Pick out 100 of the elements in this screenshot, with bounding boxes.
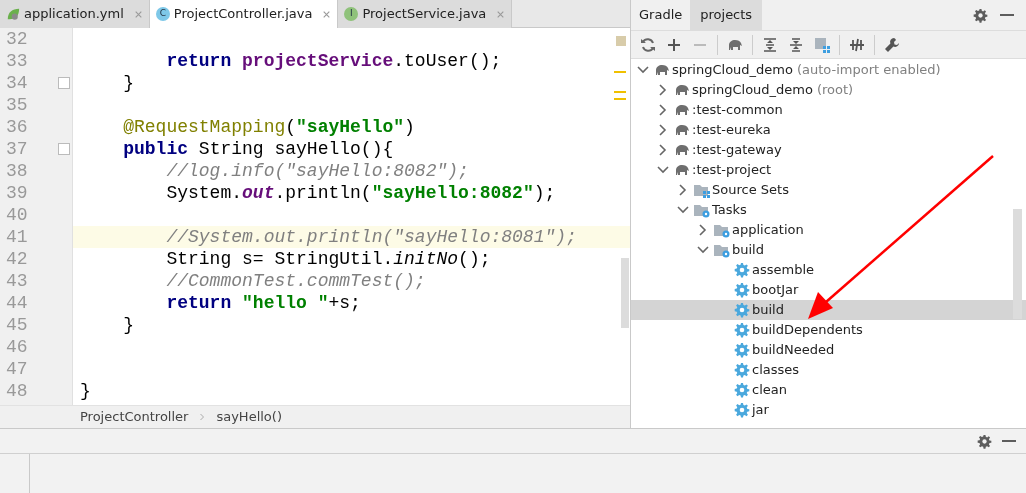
- line-number: 38: [5, 159, 29, 183]
- warning-mark: [614, 71, 626, 73]
- folder-icon: [693, 202, 711, 218]
- code-line: String s= StringUtil.initNo();: [165, 248, 491, 271]
- interface-badge: I: [344, 7, 359, 21]
- tree-item-label[interactable]: buildDependents: [752, 321, 863, 339]
- line-number: 47: [5, 357, 29, 381]
- tree-item-label[interactable]: springCloud_demo: [672, 61, 793, 79]
- gear-icon: [733, 402, 751, 418]
- minimize-icon: [1002, 440, 1016, 442]
- panel-title: Gradle: [638, 6, 684, 25]
- code-line: System.out.println("sayHello:8082");: [165, 182, 556, 205]
- elephant-icon: [673, 122, 691, 138]
- wrench-icon: [884, 36, 900, 53]
- line-number: 33: [5, 49, 29, 73]
- line-number: 32: [5, 28, 29, 51]
- tree-item-label[interactable]: build: [752, 301, 784, 319]
- tree-item-label[interactable]: jar: [752, 401, 769, 419]
- gear-icon: [733, 382, 751, 398]
- marker-stripe-mark: [616, 36, 626, 46]
- file-tab[interactable]: application.yml: [0, 0, 150, 28]
- chevron-right-icon: [198, 413, 207, 421]
- line-number: 40: [5, 203, 29, 227]
- tree-item-note: (root): [817, 81, 854, 99]
- code-line: }: [122, 72, 134, 95]
- tree-item-label[interactable]: Source Sets: [712, 181, 789, 199]
- warning-mark: [614, 98, 626, 100]
- tree-item-label[interactable]: springCloud_demo: [692, 81, 813, 99]
- line-number: 35: [5, 93, 29, 117]
- line-number: 45: [5, 313, 29, 337]
- gear-icon: [733, 262, 751, 278]
- line-number: 46: [5, 335, 29, 359]
- fold-marker[interactable]: [58, 77, 70, 89]
- code-line: //System.out.println("sayHello:8081");: [165, 226, 577, 249]
- close-icon: [322, 9, 332, 19]
- code-line: }: [79, 380, 91, 403]
- tree-item-label[interactable]: application: [732, 221, 804, 239]
- code-line: }: [122, 314, 134, 337]
- line-number: 37: [5, 137, 29, 161]
- line-number: 36: [5, 115, 29, 139]
- line-number: 44: [5, 291, 29, 315]
- refresh-icon: [640, 36, 656, 53]
- line-number: 39: [5, 181, 29, 205]
- tree-item-label[interactable]: bootJar: [752, 281, 799, 299]
- settings-icon: [977, 433, 992, 449]
- breadcrumb-item[interactable]: ProjectController: [80, 407, 189, 427]
- line-number: 41: [5, 225, 29, 249]
- tree-item-label[interactable]: assemble: [752, 261, 815, 279]
- folder-icon: [693, 182, 711, 198]
- close-icon: [133, 9, 143, 19]
- close-icon: [496, 9, 506, 19]
- line-number: 42: [5, 247, 29, 271]
- scrollbar-thumb[interactable]: [621, 258, 629, 328]
- folder-icon: [713, 242, 731, 258]
- panel-tab[interactable]: projects: [690, 0, 763, 31]
- plus-icon: [666, 36, 682, 53]
- tree-item-label[interactable]: clean: [752, 381, 787, 399]
- scrollbar-thumb[interactable]: [1013, 209, 1022, 319]
- code-line: return "hello "+s;: [165, 292, 361, 315]
- selected-row-highlight[interactable]: build: [631, 300, 1026, 320]
- tree-item-note: (auto-import enabled): [797, 61, 941, 79]
- elephant-icon: [673, 142, 691, 158]
- collapse-all-icon: [788, 36, 804, 53]
- tree-item-label[interactable]: buildNeeded: [752, 341, 835, 359]
- expand-all-icon: [762, 36, 778, 53]
- tree-item-label[interactable]: :test-project: [692, 161, 772, 179]
- gear-icon: [733, 342, 751, 358]
- elephant-icon: [673, 162, 691, 178]
- gear-icon: [733, 302, 751, 318]
- minimize-icon: [1000, 14, 1014, 16]
- tree-item-label[interactable]: :test-gateway: [692, 141, 782, 159]
- grid-square-icon: [814, 36, 830, 53]
- fold-marker[interactable]: [58, 143, 70, 155]
- breadcrumb-item[interactable]: sayHello(): [216, 407, 282, 427]
- gear-icon: [733, 322, 751, 338]
- gear-icon: [733, 362, 751, 378]
- line-number: 34: [5, 71, 29, 95]
- settings-icon: [973, 7, 988, 23]
- leaf-icon: [6, 7, 20, 21]
- warning-mark: [614, 91, 626, 93]
- file-tab[interactable]: I ProjectService.java: [338, 0, 513, 28]
- code-line: public String sayHello(){: [122, 138, 394, 161]
- tree-item-label[interactable]: :test-eureka: [692, 121, 771, 139]
- gear-icon: [733, 282, 751, 298]
- code-line: return projectService.toUser();: [165, 50, 502, 73]
- code-line: //CommonTest.commTest();: [165, 270, 426, 293]
- tree-item-label[interactable]: classes: [752, 361, 800, 379]
- code-line: @RequestMapping("sayHello"): [122, 116, 415, 139]
- tree-item-label[interactable]: build: [732, 241, 764, 259]
- elephant-icon: [673, 102, 691, 118]
- elephant-icon: [653, 62, 671, 78]
- code-line: //log.info("sayHello:8082");: [165, 160, 469, 183]
- tree-item-label[interactable]: :test-common: [692, 101, 783, 119]
- tree-item-label[interactable]: Tasks: [712, 201, 747, 219]
- line-number: 48: [5, 379, 29, 403]
- split-icon: [849, 36, 865, 53]
- file-tab[interactable]: C ProjectController.java: [149, 0, 339, 28]
- minus-icon: [694, 43, 706, 46]
- line-number: 43: [5, 269, 29, 293]
- elephant-icon: [673, 82, 691, 98]
